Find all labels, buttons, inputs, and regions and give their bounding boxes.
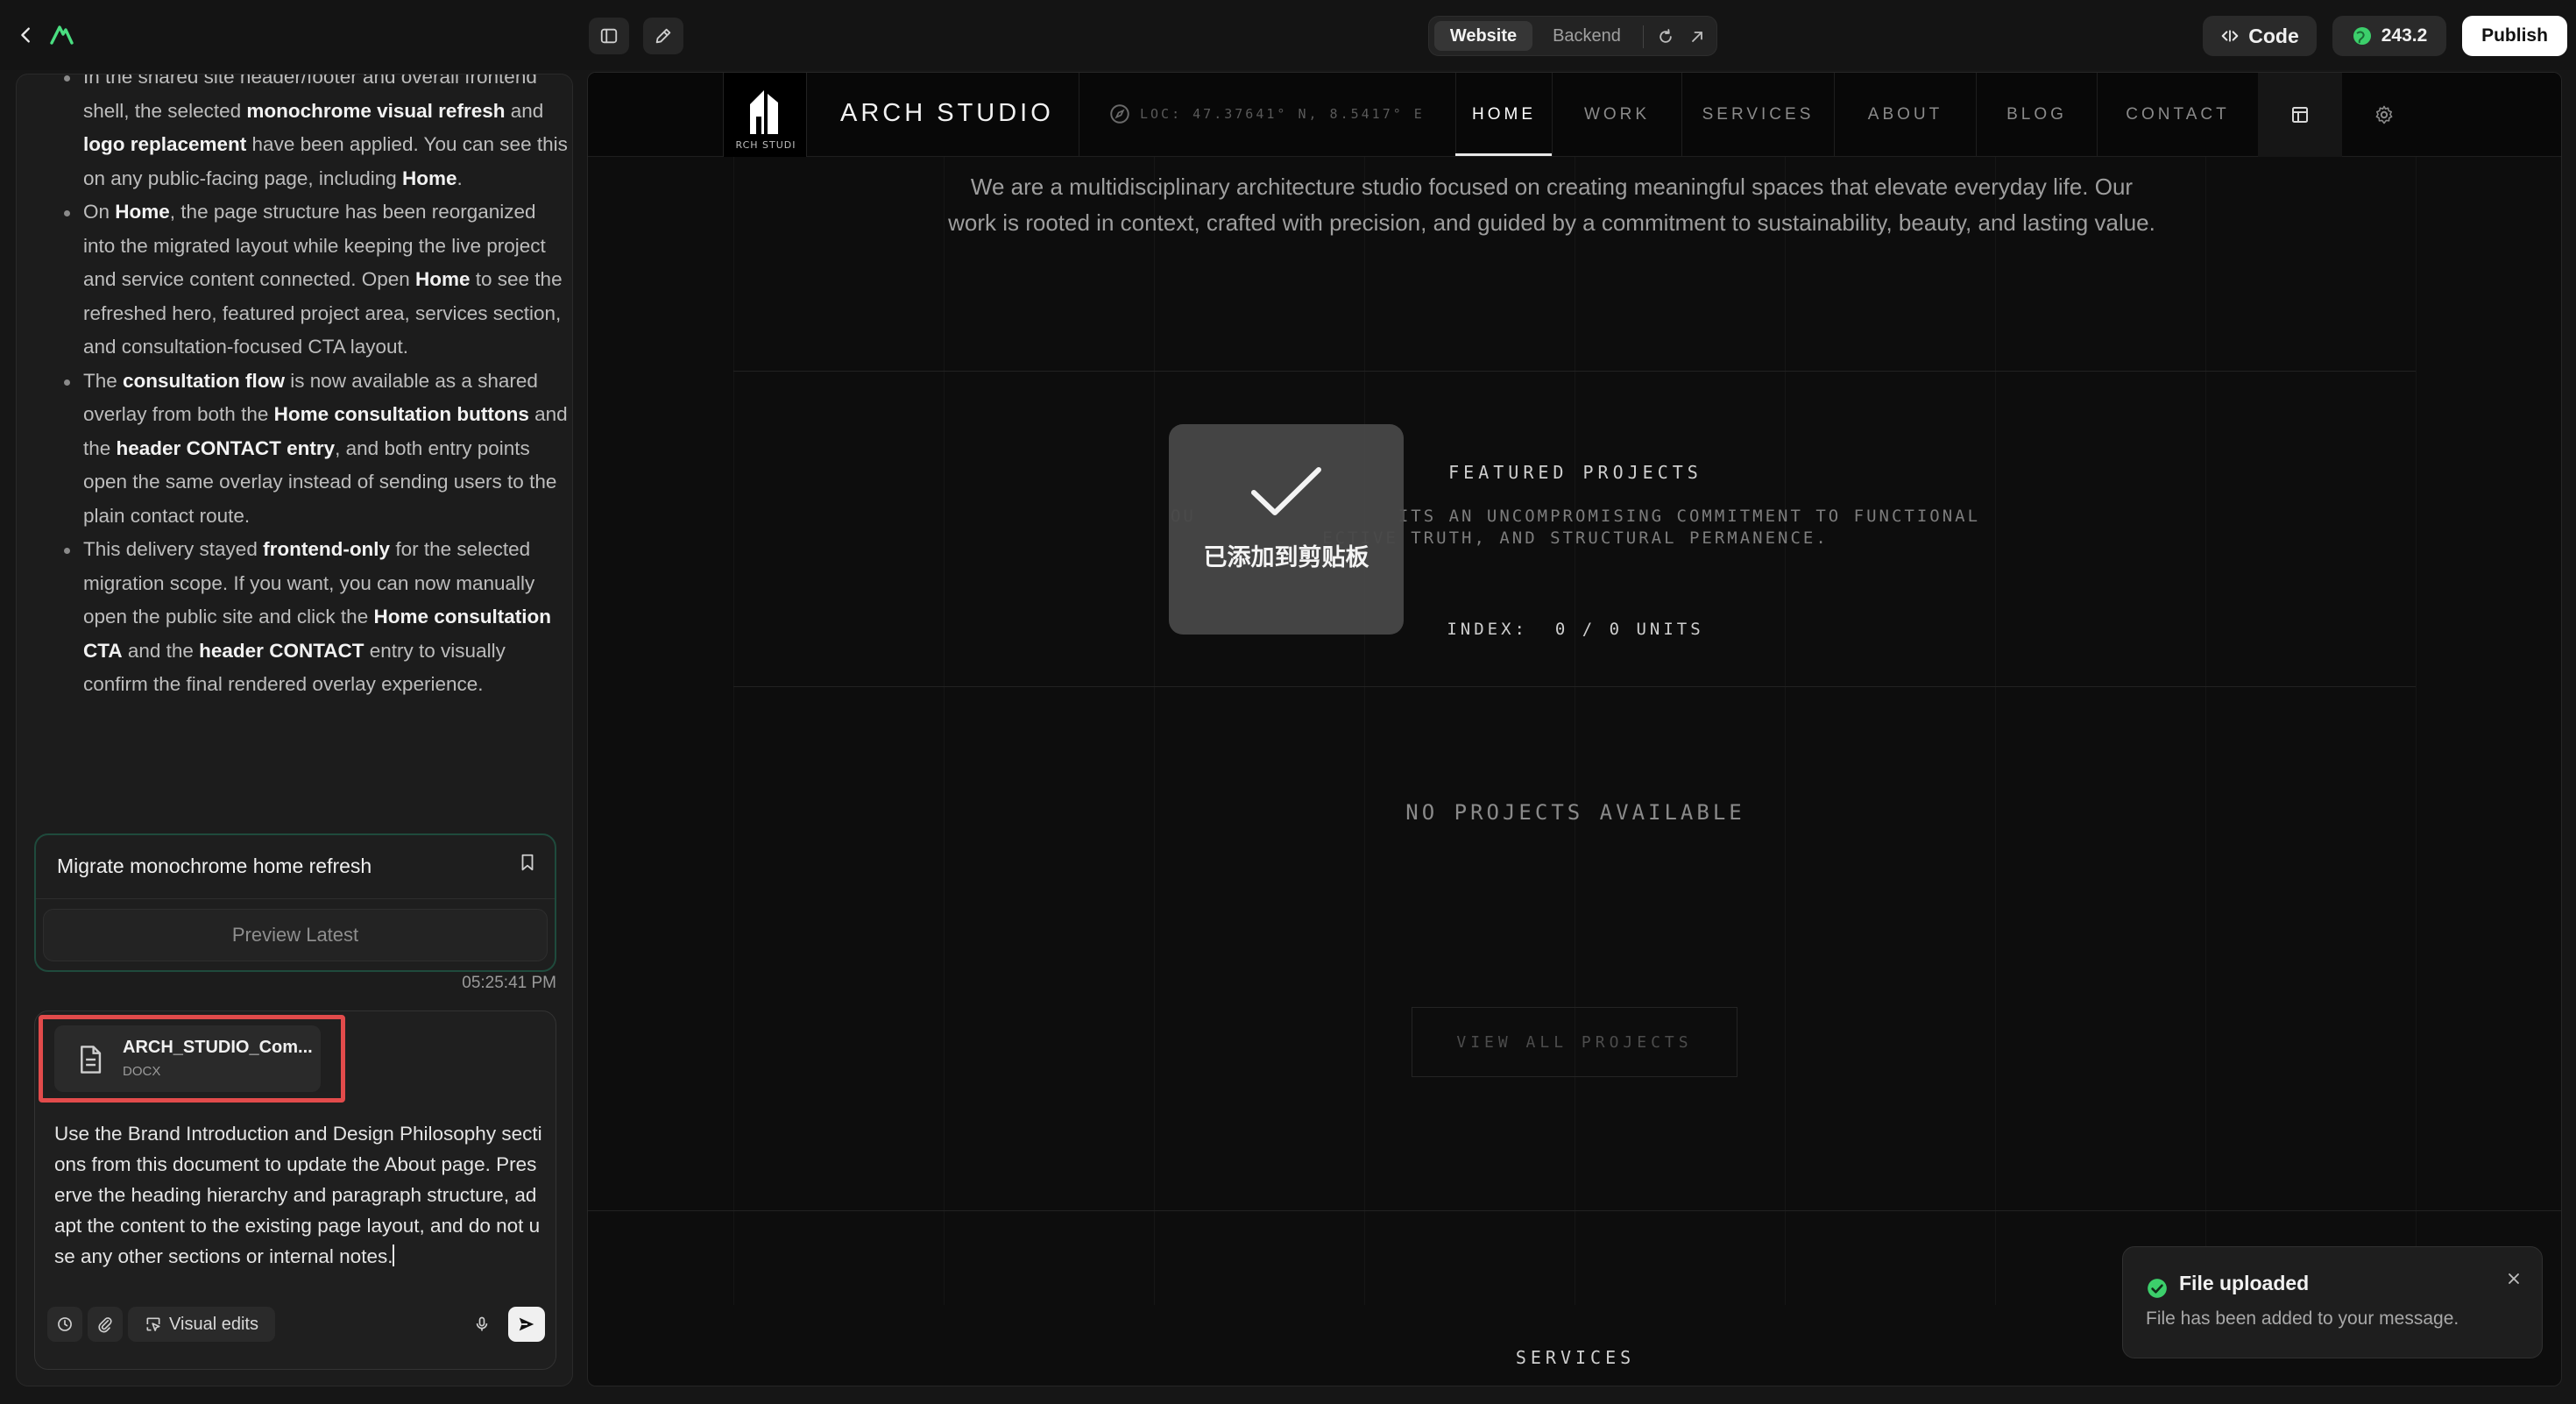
tab-website[interactable]: Website xyxy=(1434,21,1532,51)
bookmark-icon[interactable] xyxy=(518,853,537,872)
grid-line xyxy=(1995,157,1996,1305)
featured-projects-description: OU ITS AN UNCOMPROMISING COMMITMENT TO F… xyxy=(1170,507,1981,548)
grid-line xyxy=(733,157,734,1305)
nav-services[interactable]: SERVICES xyxy=(1681,73,1834,157)
grid-line xyxy=(944,157,945,1305)
chat-panel: In the shared site header/footer and ove… xyxy=(16,74,573,1386)
preview-latest-button[interactable]: Preview Latest xyxy=(43,909,548,961)
nav-work[interactable]: WORK xyxy=(1552,73,1681,157)
edit-brush-icon[interactable] xyxy=(643,18,683,54)
grid-line xyxy=(1364,157,1365,1305)
visual-edits-icon xyxy=(146,1317,160,1331)
text-caret xyxy=(393,1244,395,1266)
view-all-projects-button[interactable]: VIEW ALL PROJECTS xyxy=(1412,1007,1737,1077)
credits-value: 243.2 xyxy=(2381,25,2428,46)
message-timestamp: 05:25:41 PM xyxy=(462,974,556,992)
app-logo-icon[interactable] xyxy=(44,18,79,53)
list-item: The consultation flow is now available a… xyxy=(45,365,570,534)
credits-globe-icon xyxy=(2353,27,2371,45)
divider xyxy=(733,686,2416,687)
attach-button[interactable] xyxy=(88,1307,123,1342)
prompt-input[interactable]: Use the Brand Introduction and Design Ph… xyxy=(54,1118,545,1272)
top-bar: Website Backend Code 243.2 Publish xyxy=(0,0,2576,70)
code-button-label: Code xyxy=(2248,24,2299,47)
publish-button[interactable]: Publish xyxy=(2462,16,2567,56)
nav-contact[interactable]: CONTACT xyxy=(2097,73,2258,157)
assistant-message: In the shared site header/footer and ove… xyxy=(45,74,570,702)
checkmark-icon xyxy=(1249,464,1324,519)
location-coordinates: LOC: 47.37641° N, 8.5417° E xyxy=(1140,106,1425,122)
featured-projects-heading: FEATURED PROJECTS xyxy=(1448,462,1702,483)
site-name[interactable]: ARCH STUDIO xyxy=(840,99,1054,128)
send-icon xyxy=(519,1317,534,1331)
grid-line xyxy=(1785,157,1786,1305)
clipboard-toast: 已添加到剪贴板 xyxy=(1169,424,1404,635)
divider xyxy=(36,898,555,899)
site-logo[interactable]: RCH STUDI xyxy=(723,73,807,157)
site-logo-text: RCH STUDI xyxy=(735,139,796,151)
divider xyxy=(733,371,2416,372)
message-composer: ARCH_STUDIO_Com... DOCX Use the Brand In… xyxy=(34,1010,556,1370)
tab-backend[interactable]: Backend xyxy=(1538,21,1636,51)
grid-line xyxy=(2205,157,2206,1305)
attachment-chip[interactable]: ARCH_STUDIO_Com... DOCX xyxy=(54,1025,321,1092)
divider xyxy=(588,1210,2561,1211)
upload-notification-title: File uploaded xyxy=(2179,1272,2310,1294)
clipboard-toast-text: 已添加到剪贴板 xyxy=(1203,544,1369,571)
sidebar-toggle-icon[interactable] xyxy=(589,18,629,54)
code-icon xyxy=(2221,30,2239,42)
back-icon[interactable] xyxy=(9,18,44,53)
compass-icon xyxy=(1108,103,1131,125)
nav-home[interactable]: HOME xyxy=(1455,73,1552,157)
microphone-icon xyxy=(476,1316,488,1331)
studio-intro-text: We are a multidisciplinary architecture … xyxy=(948,174,2155,236)
nav-about[interactable]: ABOUT xyxy=(1834,73,1976,157)
project-index-count: INDEX: 0 / 0 UNITS xyxy=(1447,620,1704,639)
active-nav-indicator xyxy=(1455,153,1552,156)
task-title: Migrate monochrome home refresh xyxy=(57,854,372,877)
send-button[interactable] xyxy=(508,1307,545,1342)
grid-line xyxy=(1154,157,1155,1305)
history-button[interactable] xyxy=(47,1307,82,1342)
list-item: In the shared site header/footer and ove… xyxy=(45,74,570,195)
close-icon[interactable] xyxy=(2505,1270,2523,1287)
paperclip-icon xyxy=(98,1317,112,1333)
divider xyxy=(1643,25,1644,48)
list-item: On Home, the page structure has been reo… xyxy=(45,195,570,365)
site-header: RCH STUDI ARCH STUDIO LOC: 47.37641° N, … xyxy=(588,73,2561,157)
task-card: Migrate monochrome home refresh Preview … xyxy=(34,833,556,972)
history-icon xyxy=(58,1317,72,1331)
success-check-icon xyxy=(2146,1277,2169,1300)
credits-button[interactable]: 243.2 xyxy=(2332,16,2446,56)
visual-edits-button[interactable]: Visual edits xyxy=(128,1307,275,1342)
upload-notification: File uploaded File has been added to you… xyxy=(2122,1246,2543,1358)
attachment-file-type: DOCX xyxy=(123,1064,161,1079)
upload-notification-description: File has been added to your message. xyxy=(2146,1308,2459,1329)
layout-icon[interactable] xyxy=(2258,73,2342,157)
document-file-icon xyxy=(77,1045,103,1074)
code-button[interactable]: Code xyxy=(2203,16,2317,56)
attachment-file-name: ARCH_STUDIO_Com... xyxy=(123,1038,313,1057)
list-item: This delivery stayed frontend-only for t… xyxy=(45,533,570,702)
site-preview-frame[interactable]: RCH STUDI ARCH STUDIO LOC: 47.37641° N, … xyxy=(587,72,2562,1386)
visual-edits-label: Visual edits xyxy=(169,1314,258,1334)
gear-icon[interactable] xyxy=(2342,73,2426,157)
refresh-icon[interactable] xyxy=(1652,23,1680,51)
view-switch: Website Backend xyxy=(1428,16,1717,56)
open-external-icon[interactable] xyxy=(1683,23,1711,51)
microphone-button[interactable] xyxy=(464,1307,499,1342)
empty-projects-message: NO PROJECTS AVAILABLE xyxy=(1405,800,1745,825)
nav-blog[interactable]: BLOG xyxy=(1976,73,2097,157)
grid-line xyxy=(2416,157,2417,1305)
